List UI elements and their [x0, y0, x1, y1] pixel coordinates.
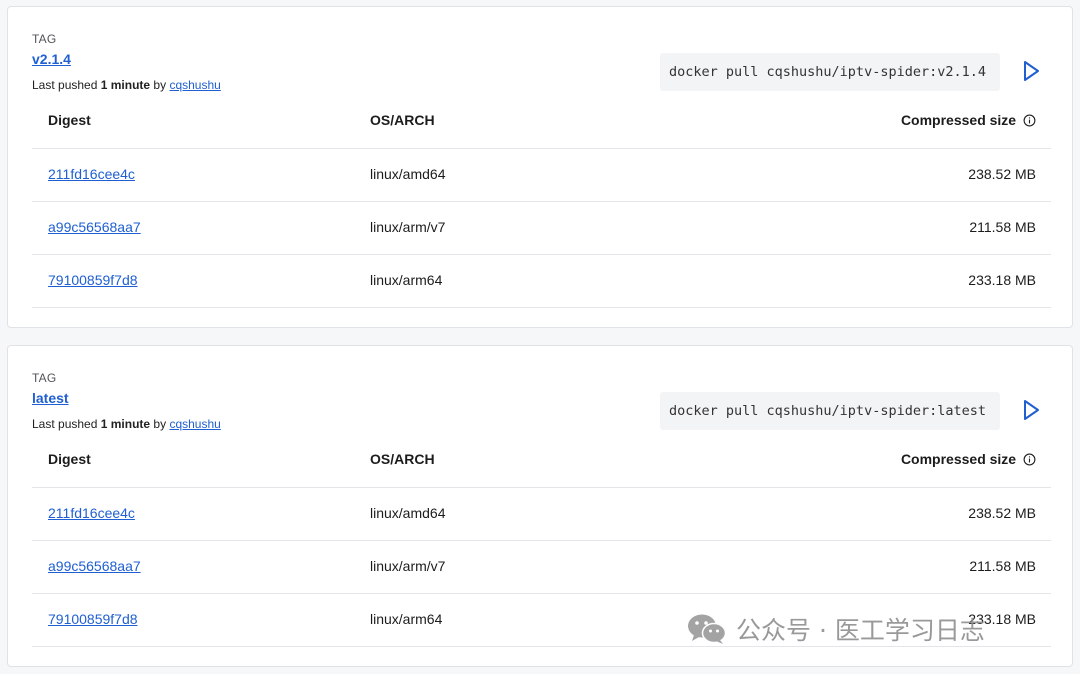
table-header: Digest OS/ARCH Compressed size: [32, 100, 1051, 148]
copy-play-icon[interactable]: [1020, 59, 1042, 83]
pushed-time: 1 minute: [100, 78, 151, 92]
pushed-user-link[interactable]: cqshushu: [169, 417, 220, 431]
header-os-arch: OS/ARCH: [370, 451, 435, 467]
pushed-by: by: [153, 78, 167, 92]
header-compressed-size: Compressed size: [901, 112, 1036, 128]
size-cell: 238.52 MB: [968, 505, 1036, 521]
tag-name-link[interactable]: latest: [32, 390, 69, 406]
os-arch-cell: linux/amd64: [370, 505, 446, 521]
pull-command-box[interactable]: docker pull cqshushu/iptv-spider:v2.1.4: [660, 53, 1000, 91]
pushed-user-link[interactable]: cqshushu: [169, 78, 220, 92]
pull-command-box[interactable]: docker pull cqshushu/iptv-spider:latest: [660, 392, 1000, 430]
size-cell: 211.58 MB: [969, 219, 1036, 235]
os-arch-cell: linux/arm64: [370, 272, 443, 288]
table-header: Digest OS/ARCH Compressed size: [32, 439, 1051, 487]
watermark-text: 公众号 · 医工学习日志: [736, 616, 985, 645]
header-size-label: Compressed size: [900, 112, 1017, 128]
header-digest: Digest: [48, 112, 91, 128]
header-compressed-size: Compressed size: [901, 451, 1036, 467]
watermark: 公众号 · 医工学习日志: [686, 612, 985, 646]
table-row: 211fd16cee4c linux/amd64 238.52 MB: [32, 148, 1051, 201]
header-size-label: Compressed size: [900, 451, 1017, 467]
size-cell: 238.52 MB: [968, 166, 1036, 182]
info-icon[interactable]: [1023, 453, 1036, 466]
digest-link[interactable]: 79100859f7d8: [48, 272, 138, 288]
pushed-by: by: [153, 417, 167, 431]
info-icon[interactable]: [1023, 114, 1036, 127]
digest-link[interactable]: 211fd16cee4c: [48, 505, 135, 521]
os-arch-cell: linux/arm/v7: [370, 219, 446, 235]
os-arch-cell: linux/amd64: [370, 166, 446, 182]
header-digest: Digest: [48, 451, 91, 467]
tag-name-link[interactable]: v2.1.4: [32, 51, 71, 67]
table-row: a99c56568aa7 linux/arm/v7 211.58 MB: [32, 201, 1051, 254]
wechat-icon: [688, 614, 727, 644]
size-cell: 233.18 MB: [968, 272, 1036, 288]
digest-link[interactable]: 211fd16cee4c: [48, 166, 135, 182]
digest-link[interactable]: a99c56568aa7: [48, 219, 141, 235]
pushed-prefix: Last pushed: [32, 417, 98, 431]
table-row: 211fd16cee4c linux/amd64 238.52 MB: [32, 487, 1051, 540]
os-arch-cell: linux/arm/v7: [370, 558, 446, 574]
copy-play-icon[interactable]: [1020, 398, 1042, 422]
tag-label: TAG: [32, 32, 57, 46]
digest-link[interactable]: 79100859f7d8: [48, 611, 138, 627]
last-pushed-info: Last pushed 1 minute by cqshushu: [32, 417, 221, 431]
digest-table: Digest OS/ARCH Compressed size 211fd16ce…: [32, 100, 1051, 308]
table-row: a99c56568aa7 linux/arm/v7 211.58 MB: [32, 540, 1051, 593]
table-row: 79100859f7d8 linux/arm64 233.18 MB: [32, 254, 1051, 308]
size-cell: 211.58 MB: [969, 558, 1036, 574]
os-arch-cell: linux/arm64: [370, 611, 443, 627]
header-os-arch: OS/ARCH: [370, 112, 435, 128]
last-pushed-info: Last pushed 1 minute by cqshushu: [32, 78, 221, 92]
tag-card-v2-1-4: TAG v2.1.4 Last pushed 1 minute by cqshu…: [7, 6, 1073, 328]
pushed-prefix: Last pushed: [32, 78, 98, 92]
tag-label: TAG: [32, 371, 57, 385]
digest-link[interactable]: a99c56568aa7: [48, 558, 141, 574]
pushed-time: 1 minute: [100, 417, 151, 431]
